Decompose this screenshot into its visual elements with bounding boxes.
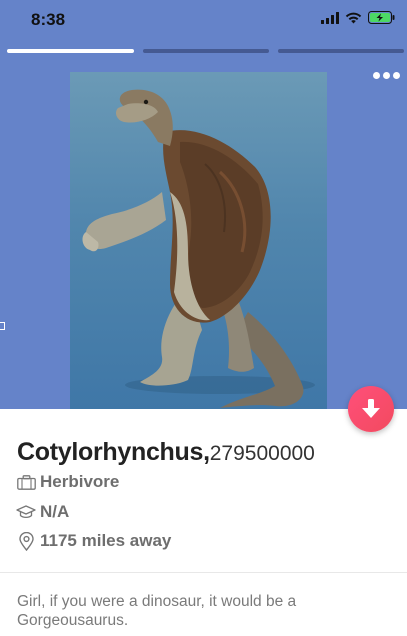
job-row: Herbivore xyxy=(16,472,119,492)
profile-name: Cotylorhynchus, xyxy=(17,438,210,466)
location-pin-icon xyxy=(16,531,36,551)
photo-progress-segment-2 xyxy=(143,49,269,53)
arrow-down-icon xyxy=(362,399,380,418)
cotylorhynchus-illustration xyxy=(70,72,327,409)
section-divider xyxy=(0,572,407,573)
photo-progress-segment-3 xyxy=(278,49,404,53)
battery-charging-icon xyxy=(368,11,395,24)
more-horizontal-icon[interactable] xyxy=(371,68,401,82)
school-row: N/A xyxy=(16,502,69,522)
profile-name-row: Cotylorhynchus,279500000 xyxy=(17,438,315,467)
signal-icon xyxy=(321,11,339,24)
status-icons xyxy=(321,11,395,24)
profile-bio: Girl, if you were a dinosaur, it would b… xyxy=(17,593,297,629)
job-text: Herbivore xyxy=(40,472,120,491)
distance-row: 1175 miles away xyxy=(16,531,171,551)
profile-age: 279500000 xyxy=(209,442,315,465)
expand-profile-button[interactable] xyxy=(348,386,394,432)
graduation-cap-icon xyxy=(16,502,36,522)
photo-progress-segment-1 xyxy=(7,49,134,53)
photo-edge-marker xyxy=(0,322,5,330)
distance-text: 1175 miles away xyxy=(40,531,172,550)
status-time: 8:38 xyxy=(31,10,66,29)
wifi-icon xyxy=(345,12,362,23)
status-bar: 8:38 xyxy=(0,0,407,40)
briefcase-icon xyxy=(16,472,36,492)
school-text: N/A xyxy=(40,502,70,521)
profile-photo-card[interactable]: 8:38 xyxy=(0,0,407,409)
